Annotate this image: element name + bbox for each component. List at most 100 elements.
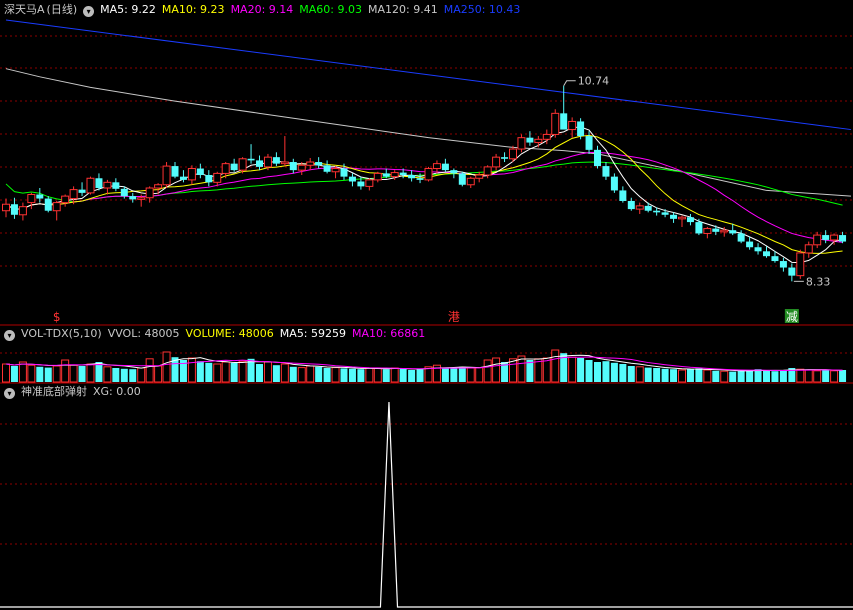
volume-bar-down xyxy=(450,368,458,382)
volume-bar-up xyxy=(238,360,247,383)
volume-bar-up xyxy=(635,366,644,383)
candle-body-down xyxy=(526,137,534,143)
candle-body-down xyxy=(129,196,137,200)
candle-body-up xyxy=(551,112,560,135)
candle-body-down xyxy=(10,204,18,215)
candle-body-down xyxy=(771,256,779,262)
candle-body-down xyxy=(560,113,568,130)
candle-body-down xyxy=(315,162,323,166)
volume-bar-up xyxy=(27,364,36,383)
volume-bar-up xyxy=(145,358,154,383)
candle-body-up xyxy=(103,181,112,189)
volume-bar-up xyxy=(331,367,340,383)
volume-bar-up xyxy=(492,357,501,383)
candle-body-down xyxy=(120,188,128,197)
candle-body-up xyxy=(86,177,95,194)
volume-bar-up xyxy=(137,367,146,383)
volume-bar-down xyxy=(627,366,635,382)
candle-body-down xyxy=(746,241,754,248)
volume-bar-down xyxy=(619,364,627,382)
volume-bar-down xyxy=(644,367,652,382)
ma250-line xyxy=(5,19,852,131)
volume-bar-down xyxy=(458,366,466,382)
volume-bar-up xyxy=(365,367,374,383)
volume-bar-up xyxy=(86,363,95,383)
volume-bar-down xyxy=(585,360,593,382)
volume-bar-up xyxy=(720,370,729,383)
volume-bar-up xyxy=(280,363,289,383)
volume-bar-down xyxy=(416,369,424,382)
candle-body-up xyxy=(297,164,306,171)
volume-bar-up xyxy=(61,359,70,383)
candle-body-up xyxy=(187,168,196,181)
candle-body-down xyxy=(610,176,618,191)
candle-body-down xyxy=(289,162,297,171)
volume-bar-up xyxy=(52,365,61,383)
volume-bar-down xyxy=(729,371,737,382)
volume-bar-up xyxy=(162,351,171,383)
candle-body-down xyxy=(763,251,770,257)
candle-body-down xyxy=(44,198,52,211)
candle-body-up xyxy=(365,179,374,187)
candle-body-down xyxy=(822,235,830,240)
candle-body-up xyxy=(813,234,822,246)
volume-bar-up xyxy=(263,361,272,383)
candle-body-down xyxy=(340,168,348,177)
candle-body-down xyxy=(644,205,652,211)
volume-bar-down xyxy=(112,368,120,382)
volume-bar-up xyxy=(221,361,230,383)
candle-body-up xyxy=(137,197,146,200)
volume-bar-up xyxy=(2,363,10,383)
candle-body-up xyxy=(678,216,686,220)
candle-body-up xyxy=(373,172,382,181)
candle-body-down xyxy=(712,228,720,232)
volume-bar-up xyxy=(306,365,315,383)
candle-body-down xyxy=(382,173,390,177)
candle-body-up xyxy=(804,244,813,254)
candle-body-up xyxy=(796,252,805,277)
candle-body-down xyxy=(501,157,509,159)
volume-bar-down xyxy=(230,362,238,382)
candle-body-down xyxy=(779,261,787,268)
volume-bar-down xyxy=(653,368,661,382)
volume-bar-down xyxy=(120,368,128,382)
chart-canvas[interactable]: 10.74 8.33 $ 港 减 xyxy=(0,0,853,610)
volume-bar-down xyxy=(44,367,52,382)
candle-body-up xyxy=(424,168,433,181)
volume-bar-down xyxy=(315,366,323,382)
candle-body-down xyxy=(754,247,762,252)
candle-body-up xyxy=(213,172,222,183)
volume-bar-down xyxy=(577,358,585,382)
candle-body-down xyxy=(441,163,449,171)
candle-body-up xyxy=(263,156,272,168)
volume-bar-down xyxy=(737,370,745,382)
candle-body-up xyxy=(280,161,289,165)
event-marker-2: 减 xyxy=(786,310,798,324)
volume-bar-up xyxy=(466,367,475,383)
candle-body-up xyxy=(145,187,154,199)
candle-body-up xyxy=(830,234,839,241)
candle-body-down xyxy=(653,210,661,213)
volume-bar-down xyxy=(399,368,407,382)
high-pointer xyxy=(563,80,576,86)
candle-body-down xyxy=(357,181,365,187)
volume-bar-down xyxy=(746,370,754,382)
volume-bar-down xyxy=(36,366,44,382)
volume-bar-up xyxy=(796,368,805,383)
candle-body-down xyxy=(788,267,796,276)
candle-body-down xyxy=(602,166,610,177)
volume-bar-down xyxy=(357,369,365,382)
candle-body-down xyxy=(577,121,585,137)
volume-bar-down xyxy=(602,361,610,382)
volume-bar-down xyxy=(763,370,770,382)
volume-bar-down xyxy=(779,370,787,382)
volume-bar-down xyxy=(441,367,449,382)
candle-body-up xyxy=(703,228,712,234)
candle-body-up xyxy=(221,163,230,174)
candle-body-down xyxy=(272,157,280,164)
candle-body-up xyxy=(475,174,484,179)
candle-body-up xyxy=(432,163,441,170)
volume-bar-down xyxy=(526,360,534,382)
volume-bar-up xyxy=(390,367,399,383)
volume-bar-down xyxy=(712,370,720,382)
